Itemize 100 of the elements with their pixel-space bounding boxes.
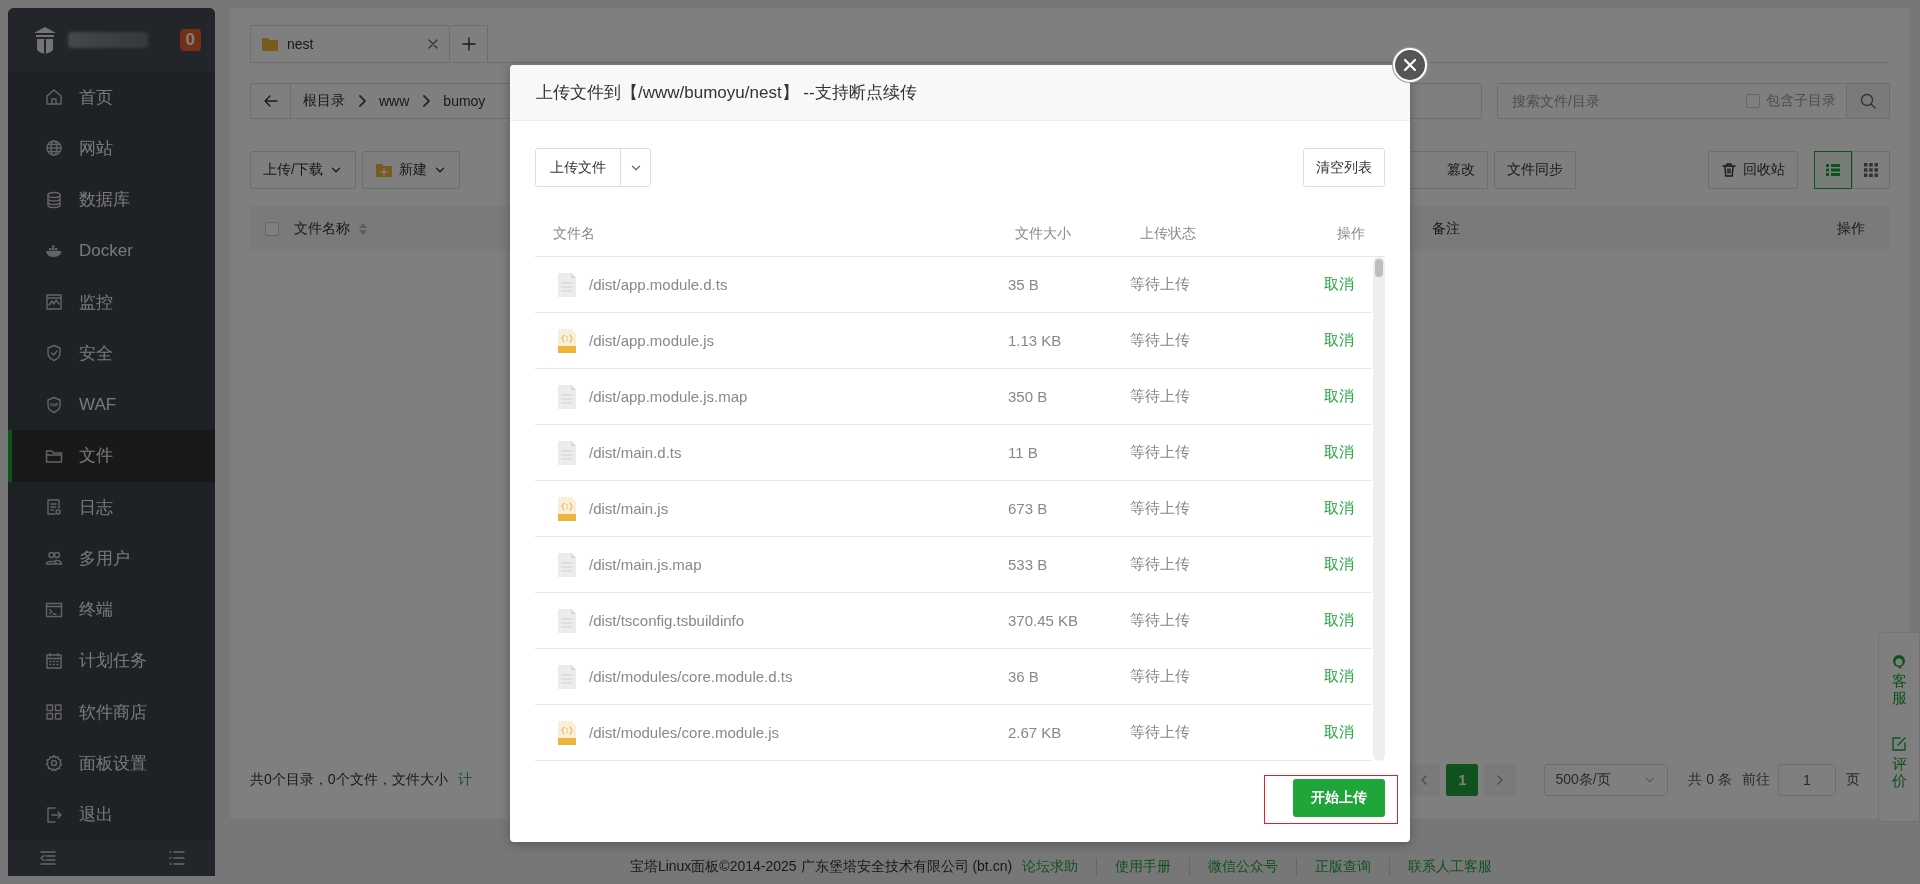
calculate-link[interactable]: 计 (457, 771, 472, 789)
grid-view-button[interactable] (1852, 151, 1890, 189)
sidebar-item[interactable]: 软件商店 (8, 686, 215, 738)
sidebar-item[interactable]: 网站 (8, 122, 215, 175)
cancel-link[interactable]: 取消 (1324, 667, 1354, 686)
sidebar-item[interactable]: 数据库 (8, 174, 215, 226)
sidebar-item[interactable]: 多用户 (8, 532, 215, 585)
page-size-select[interactable]: 500条/页 (1544, 764, 1669, 796)
footer-link[interactable]: 使用手册 (1096, 858, 1190, 876)
back-button[interactable] (251, 84, 291, 118)
sidebar-item[interactable]: 日志 (8, 481, 215, 533)
file-icon (557, 551, 577, 578)
sidebar-item[interactable]: 面板设置 (8, 737, 215, 790)
footer-link[interactable]: 联系人工客服 (1389, 858, 1511, 876)
sidebar-item[interactable]: 监控 (8, 276, 215, 328)
sidebar-item[interactable]: 文件 (8, 430, 215, 482)
total-count: 共 0 条 (1688, 771, 1732, 789)
float-link[interactable]: 评价 (1891, 756, 1907, 789)
checkbox[interactable] (1746, 94, 1760, 108)
column-header: 操作 (1337, 224, 1365, 243)
column-header: 文件大小 (1014, 224, 1072, 243)
file-size: 350 B (1008, 388, 1049, 405)
file-name: /dist/modules/core.module.d.ts (589, 668, 793, 685)
upload-status: 等待上传 (1130, 499, 1191, 518)
sidebar-item[interactable]: Docker (8, 225, 215, 277)
file-size: 370.45 KB (1008, 612, 1080, 629)
upload-status: 等待上传 (1130, 611, 1191, 630)
sort-icon (358, 221, 368, 236)
cancel-link[interactable]: 取消 (1324, 555, 1354, 574)
clear-list-button[interactable]: 清空列表 (1303, 148, 1385, 187)
cancel-link[interactable]: 取消 (1324, 275, 1354, 294)
chevron-right-icon (421, 95, 432, 107)
file-tab[interactable]: nest (250, 25, 450, 62)
list-view-button[interactable] (1814, 151, 1852, 189)
footer-link[interactable]: 正版查询 (1296, 858, 1390, 876)
sidebar-item[interactable]: 安全 (8, 327, 215, 380)
sidebar-item[interactable]: 终端 (8, 584, 215, 636)
cancel-link[interactable]: 取消 (1324, 387, 1354, 406)
chevron-right-icon (357, 95, 367, 107)
page-label: 页 (1846, 771, 1860, 789)
float-link[interactable]: 客服 (1891, 673, 1907, 706)
footer-link[interactable]: 微信公众号 (1189, 858, 1297, 876)
toolbar-button[interactable]: 新建 (361, 151, 460, 189)
settings-icon (44, 753, 64, 774)
grid-icon (1863, 162, 1879, 178)
breadcrumb-link[interactable]: www (367, 93, 422, 109)
page-button[interactable]: 1 (1446, 764, 1479, 796)
js-file-icon (557, 495, 577, 522)
column-header: 文件名称 (294, 219, 350, 238)
file-name: /dist/app.module.js.map (589, 388, 748, 405)
search-icon (1859, 92, 1877, 110)
checkbox[interactable] (265, 221, 279, 236)
start-upload-button[interactable]: 开始上传 (1293, 779, 1385, 817)
column-header: 备注 (1432, 219, 1461, 238)
cancel-link[interactable]: 取消 (1324, 723, 1354, 742)
column-header: 操作 (1837, 219, 1865, 238)
summary-text: 共0个目录，0个文件，文件大小 (250, 771, 448, 789)
js-file-icon (557, 327, 577, 354)
upload-status: 等待上传 (1130, 331, 1191, 350)
footer-link[interactable]: 论坛求助 (1012, 858, 1097, 876)
add-tab-button[interactable] (450, 25, 488, 62)
file-name: /dist/main.js (589, 500, 669, 517)
toolbar-button[interactable]: 文件同步 (1494, 151, 1576, 189)
file-size: 36 B (1008, 668, 1040, 685)
cancel-link[interactable]: 取消 (1324, 443, 1354, 462)
cancel-link[interactable]: 取消 (1324, 499, 1354, 518)
home-icon (44, 87, 64, 108)
file-icon (557, 271, 577, 298)
logo-icon (32, 24, 58, 55)
close-icon (1403, 58, 1417, 72)
file-name: /dist/modules/core.module.js (589, 724, 780, 741)
file-name: /dist/app.module.js (589, 332, 715, 349)
recycle-bin-button[interactable]: 回收站 (1708, 151, 1798, 189)
previous-page-button[interactable] (1408, 764, 1441, 796)
breadcrumb-link[interactable]: 根目录 (291, 92, 357, 110)
trash-icon (1721, 162, 1737, 178)
sidebar-item[interactable]: 计划任务 (8, 635, 215, 687)
next-page-button[interactable] (1484, 764, 1517, 796)
file-icon (557, 663, 577, 690)
cancel-link[interactable]: 取消 (1324, 611, 1354, 630)
cancel-link[interactable]: 取消 (1324, 331, 1354, 350)
sidebar-item[interactable]: WAF (8, 379, 215, 431)
js-file-icon (557, 719, 577, 746)
sidebar-item[interactable]: 首页 (8, 71, 215, 123)
globe-icon (44, 138, 64, 159)
arrow-left-icon (262, 93, 279, 109)
sidebar-item[interactable]: 退出 (8, 789, 215, 841)
toolbar-button[interactable]: 上传/下载 (250, 151, 356, 189)
upload-status: 等待上传 (1130, 387, 1191, 406)
scrollbar-thumb[interactable] (1375, 259, 1383, 277)
file-icon (557, 439, 577, 466)
breadcrumb-link[interactable]: bumoy (431, 93, 498, 109)
file-size: 35 B (1008, 276, 1040, 293)
search-button[interactable] (1847, 83, 1890, 119)
folder-icon (374, 162, 393, 178)
file-size: 673 B (1008, 500, 1049, 517)
upload-status: 等待上传 (1130, 443, 1191, 462)
chart-icon (44, 292, 64, 313)
file-icon (557, 607, 577, 634)
page-input[interactable]: 1 (1778, 764, 1836, 796)
